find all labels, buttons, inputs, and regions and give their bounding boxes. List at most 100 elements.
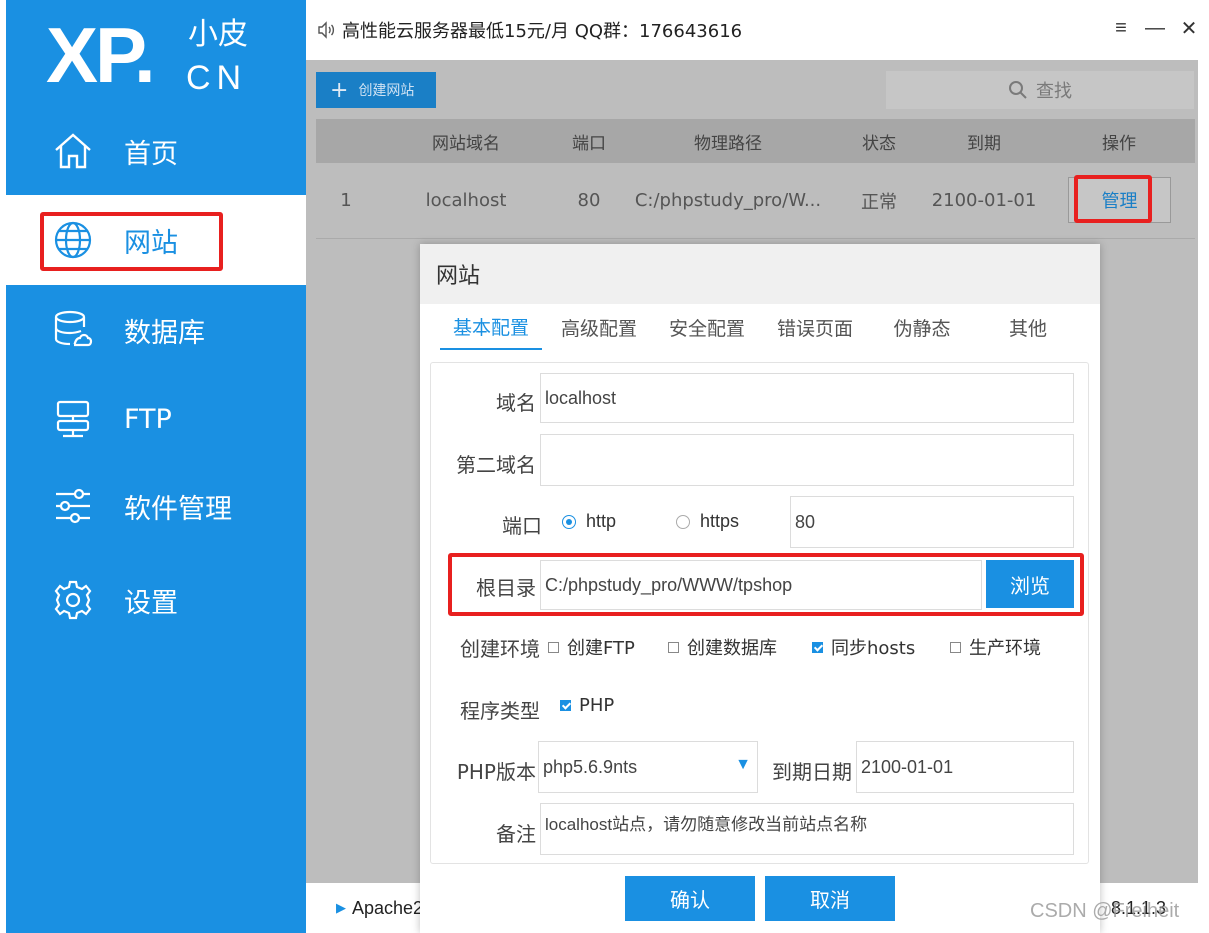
expire-date-label: 到期日期 — [772, 760, 852, 784]
speaker-icon — [316, 20, 336, 40]
sidebar-item-label: 设置 — [124, 587, 178, 619]
dropdown-arrow-icon: ▼ — [735, 756, 751, 773]
logo-zh: 小皮 — [188, 17, 248, 52]
root-dir-label: 根目录 — [476, 576, 536, 600]
row-status: 正常 — [861, 191, 897, 213]
radio-unselected-icon — [676, 514, 690, 529]
sidebar-item-label: 数据库 — [124, 317, 205, 349]
domain-input[interactable]: localhost — [540, 373, 1074, 423]
create-ftp-label: 创建FTP — [567, 638, 635, 659]
php-label: PHP — [579, 695, 615, 716]
https-label: https — [700, 511, 740, 531]
php-version-label: PHP版本 — [456, 760, 536, 784]
row-domain: localhost — [425, 190, 507, 211]
sidebar-item-ftp[interactable]: FTP — [6, 374, 306, 464]
note-textarea[interactable]: localhost站点，请勿随意修改当前站点名称 — [540, 803, 1074, 855]
note-label: 备注 — [496, 822, 536, 846]
service-name: Apache2 — [352, 897, 424, 918]
tab-rewrite[interactable]: 伪静态 — [872, 304, 972, 350]
manage-label: 管理 — [1101, 191, 1138, 212]
sidebar-item-website[interactable]: 网站 — [6, 195, 306, 285]
announcement-text: 高性能云服务器最低15元/月 QQ群：176643616 — [342, 21, 743, 42]
production-checkbox[interactable]: 生产环境 — [950, 634, 1041, 660]
sliders-icon — [50, 483, 96, 529]
row-path: C:/phpstudy_pro/W... — [634, 190, 822, 211]
watermark: CSDN @Freiheit — [1030, 900, 1180, 922]
sync-hosts-checkbox[interactable]: 同步hosts — [812, 634, 915, 660]
col-action: 操作 — [1102, 133, 1136, 154]
sidebar-item-label: 软件管理 — [124, 493, 232, 525]
http-radio[interactable]: http — [562, 511, 616, 532]
col-status: 状态 — [862, 133, 896, 154]
sync-hosts-label: 同步hosts — [831, 638, 916, 659]
tab-error-pages[interactable]: 错误页面 — [764, 304, 866, 350]
tab-advanced[interactable]: 高级配置 — [548, 304, 650, 350]
menu-icon[interactable]: ≡ — [1111, 17, 1131, 40]
checkbox-checked-icon — [560, 700, 571, 711]
background-window-edge-right — [1198, 0, 1209, 933]
gear-icon — [50, 577, 96, 623]
expand-arrow-icon[interactable]: ▶ — [336, 900, 346, 916]
second-domain-label: 第二域名 — [456, 453, 536, 477]
col-port: 端口 — [572, 133, 606, 154]
checkbox-checked-icon — [812, 641, 823, 653]
tab-security[interactable]: 安全配置 — [656, 304, 758, 350]
checkbox-icon — [950, 641, 961, 653]
dialog-title: 网站 — [436, 264, 481, 289]
ftp-server-icon — [50, 396, 96, 442]
create-website-label: 创建网站 — [358, 83, 415, 99]
create-db-checkbox[interactable]: 创建数据库 — [668, 634, 777, 660]
table-header: 网站域名 端口 物理路径 状态 到期 操作 — [316, 119, 1195, 163]
app-window: XP. 小皮 CN 首页 网站 数据库 FTP 软件管理 设置 高性能云服务器最… — [0, 0, 1209, 933]
confirm-button[interactable]: 确认 — [625, 876, 755, 921]
website-dialog: 网站 基本配置 高级配置 安全配置 错误页面 伪静态 其他 域名 localho… — [420, 244, 1100, 933]
sidebar-item-database[interactable]: 数据库 — [6, 285, 306, 375]
create-db-label: 创建数据库 — [687, 638, 777, 659]
checkbox-icon — [668, 641, 679, 653]
port-input[interactable]: 80 — [790, 496, 1074, 548]
env-label: 创建环境 — [460, 637, 540, 661]
plus-icon: + — [330, 77, 349, 103]
row-index: 1 — [340, 190, 352, 211]
search-input[interactable]: 查找 — [886, 71, 1194, 109]
php-checkbox[interactable]: PHP — [560, 695, 614, 716]
dialog-header: 网站 — [420, 244, 1100, 304]
logo-cn: CN — [186, 59, 248, 97]
search-icon — [1009, 81, 1027, 99]
sidebar-item-software[interactable]: 软件管理 — [6, 461, 306, 551]
table-row: 1 localhost 80 C:/phpstudy_pro/W... 正常 2… — [316, 163, 1195, 239]
manage-button[interactable]: 管理 — [1068, 177, 1171, 223]
logo: XP. 小皮 CN — [46, 10, 266, 100]
cancel-button[interactable]: 取消 — [765, 876, 895, 921]
search-placeholder: 查找 — [1036, 81, 1072, 102]
tab-other[interactable]: 其他 — [978, 304, 1078, 350]
production-label: 生产环境 — [969, 638, 1041, 659]
expire-date-input[interactable]: 2100-01-01 — [856, 741, 1074, 793]
create-website-button[interactable]: + 创建网站 — [316, 72, 436, 108]
row-expire: 2100-01-01 — [931, 190, 1037, 211]
titlebar: 高性能云服务器最低15元/月 QQ群：176643616 ≡ — ✕ — [306, 0, 1209, 60]
tab-basic[interactable]: 基本配置 — [440, 304, 542, 350]
close-icon[interactable]: ✕ — [1179, 16, 1199, 41]
php-version-select[interactable]: php5.6.9nts ▼ — [538, 741, 758, 793]
radio-selected-icon — [562, 514, 576, 529]
browse-button[interactable]: 浏览 — [986, 560, 1074, 608]
logo-main: XP. — [46, 11, 156, 99]
port-label: 端口 — [502, 514, 542, 538]
sidebar-item-label: 网站 — [124, 227, 178, 259]
minimize-icon[interactable]: — — [1145, 17, 1165, 40]
create-ftp-checkbox[interactable]: 创建FTP — [548, 634, 635, 660]
root-dir-input[interactable]: C:/phpstudy_pro/WWW/tpshop — [540, 560, 982, 610]
home-icon — [50, 128, 96, 174]
program-type-label: 程序类型 — [460, 699, 540, 723]
database-icon — [50, 307, 96, 353]
row-port: 80 — [577, 190, 601, 211]
col-domain: 网站域名 — [432, 133, 500, 154]
sidebar-item-home[interactable]: 首页 — [6, 106, 306, 196]
sidebar: XP. 小皮 CN 首页 网站 数据库 FTP 软件管理 设置 — [6, 0, 306, 933]
globe-icon — [50, 217, 96, 263]
checkbox-icon — [548, 641, 559, 653]
sidebar-item-settings[interactable]: 设置 — [6, 555, 306, 645]
https-radio[interactable]: https — [676, 511, 739, 532]
second-domain-input[interactable] — [540, 434, 1074, 486]
